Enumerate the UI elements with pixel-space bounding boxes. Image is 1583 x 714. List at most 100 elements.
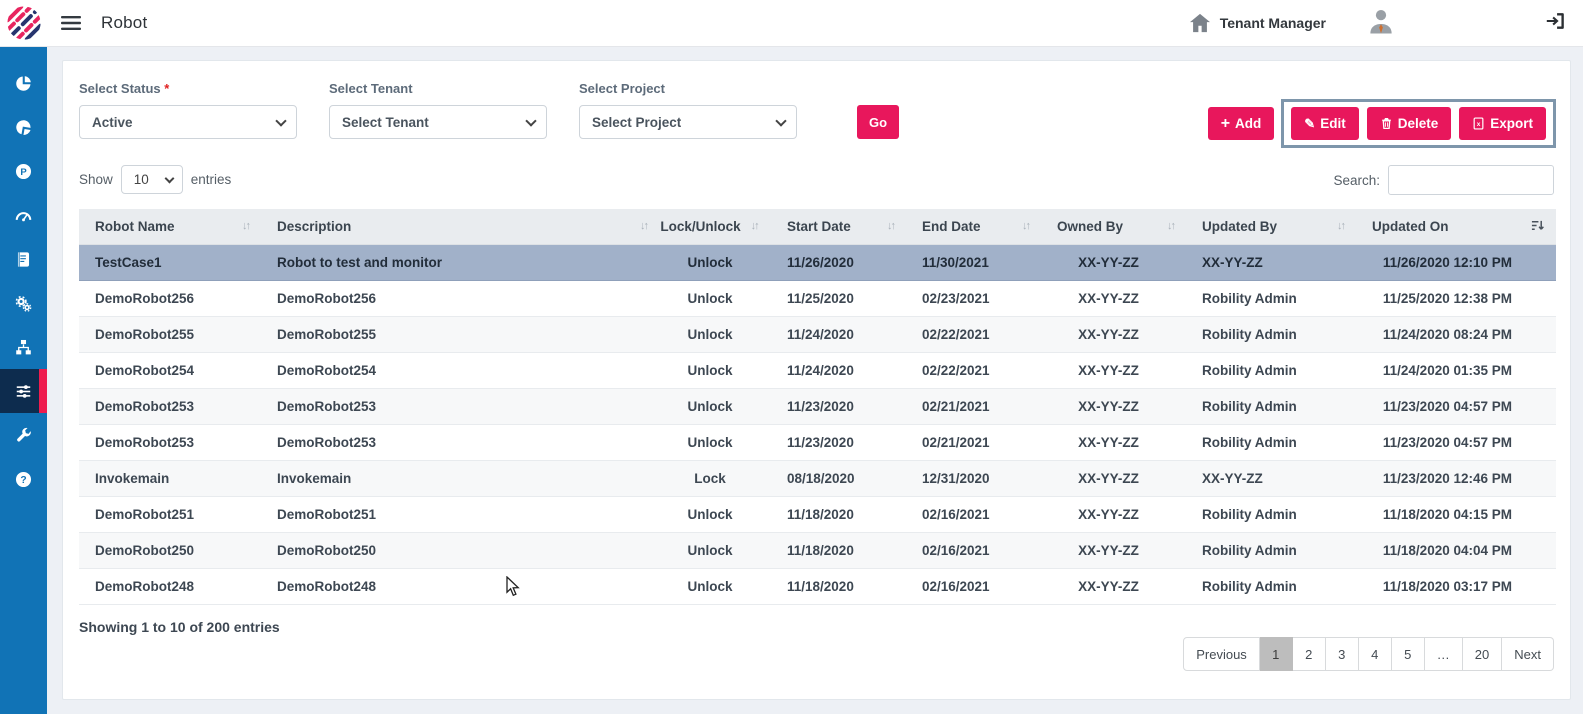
sort-both-icon: ↓↑ [1167, 220, 1176, 232]
export-button[interactable]: x Export [1459, 107, 1546, 140]
column-header-updated-by[interactable]: Updated By↓↑ [1186, 209, 1356, 244]
table-cell: DemoRobot250 [79, 532, 261, 568]
sidebar-item-settings[interactable] [0, 281, 47, 325]
table-cell: Unlock [659, 352, 771, 388]
status-select[interactable]: Active [79, 105, 297, 139]
tenant-manager-link[interactable]: Tenant Manager [1189, 13, 1326, 33]
table-cell: Unlock [659, 280, 771, 316]
svg-text:x: x [1477, 121, 1481, 128]
column-header-description[interactable]: Description↓↑ [261, 209, 659, 244]
table-cell: Robility Admin [1186, 280, 1356, 316]
book-icon [14, 250, 33, 269]
table-cell: DemoRobot253 [79, 388, 261, 424]
pagination-page-5[interactable]: 5 [1392, 637, 1425, 671]
table-cell: Invokemain [79, 460, 261, 496]
table-cell: XX-YY-ZZ [1186, 460, 1356, 496]
table-cell: 02/16/2021 [906, 532, 1041, 568]
table-cell: 11/23/2020 12:46 PM [1356, 460, 1556, 496]
pagination-page-2[interactable]: 2 [1293, 637, 1326, 671]
column-header-start-date[interactable]: Start Date↓↑ [771, 209, 906, 244]
delete-button[interactable]: Delete [1367, 107, 1452, 140]
logout-button[interactable] [1546, 12, 1565, 35]
column-header-owned-by[interactable]: Owned By↓↑ [1041, 209, 1186, 244]
table-row[interactable]: DemoRobot253DemoRobot253Unlock11/23/2020… [79, 388, 1556, 424]
user-avatar[interactable] [1366, 6, 1396, 41]
table-cell: 11/18/2020 04:04 PM [1356, 532, 1556, 568]
add-button[interactable]: +Add [1208, 107, 1275, 140]
sidebar-item-help[interactable]: ? [0, 457, 47, 501]
go-button[interactable]: Go [857, 105, 899, 139]
pagination-next[interactable]: Next [1502, 637, 1554, 671]
table-cell: 11/25/2020 12:38 PM [1356, 280, 1556, 316]
table-cell: 11/24/2020 01:35 PM [1356, 352, 1556, 388]
table-row[interactable]: DemoRobot253DemoRobot253Unlock11/23/2020… [79, 424, 1556, 460]
app-logo [0, 0, 47, 47]
sidebar-item-pie-chart[interactable] [0, 61, 47, 105]
sidebar-item-logs[interactable] [0, 237, 47, 281]
table-row[interactable]: DemoRobot255DemoRobot255Unlock11/24/2020… [79, 316, 1556, 352]
table-cell: XX-YY-ZZ [1041, 496, 1186, 532]
sidebar-item-sitemap[interactable] [0, 325, 47, 369]
sidebar-item-process[interactable]: P [0, 149, 47, 193]
sidebar-nav: P? [0, 47, 47, 714]
table-row[interactable]: DemoRobot254DemoRobot254Unlock11/24/2020… [79, 352, 1556, 388]
table-cell: XX-YY-ZZ [1041, 568, 1186, 604]
table-cell: 02/22/2021 [906, 352, 1041, 388]
svg-text:P: P [20, 166, 27, 177]
robot-table: Robot Name↓↑Description↓↑Lock/Unlock↓↑St… [79, 209, 1556, 605]
svg-text:?: ? [20, 475, 26, 486]
status-label: Select Status * [79, 81, 297, 96]
table-row[interactable]: TestCase1Robot to test and monitorUnlock… [79, 244, 1556, 280]
column-label: Lock/Unlock [660, 219, 740, 234]
pagination-page-20[interactable]: 20 [1463, 637, 1502, 671]
home-icon [1189, 13, 1211, 33]
page-size-select[interactable]: 10 [121, 165, 183, 194]
column-label: Description [277, 219, 351, 234]
table-cell: DemoRobot248 [261, 568, 659, 604]
table-row[interactable]: DemoRobot256DemoRobot256Unlock11/25/2020… [79, 280, 1556, 316]
pagination-previous[interactable]: Previous [1183, 637, 1260, 671]
pagination-page-4[interactable]: 4 [1359, 637, 1392, 671]
table-cell: Unlock [659, 388, 771, 424]
chevron-down-icon [164, 174, 174, 184]
sidebar-item-dashboard[interactable] [0, 193, 47, 237]
sidebar-item-robot[interactable] [0, 369, 47, 413]
table-cell: 11/18/2020 [771, 568, 906, 604]
table-cell: DemoRobot248 [79, 568, 261, 604]
column-header-robot-name[interactable]: Robot Name↓↑ [79, 209, 261, 244]
table-cell: XX-YY-ZZ [1041, 388, 1186, 424]
question-icon: ? [14, 470, 33, 489]
table-cell: DemoRobot251 [79, 496, 261, 532]
table-row[interactable]: DemoRobot250DemoRobot250Unlock11/18/2020… [79, 532, 1556, 568]
table-cell: 11/24/2020 [771, 316, 906, 352]
table-cell: DemoRobot253 [79, 424, 261, 460]
tenant-select[interactable]: Select Tenant [329, 105, 547, 139]
table-row[interactable]: DemoRobot248DemoRobot248Unlock11/18/2020… [79, 568, 1556, 604]
sidebar-item-tools[interactable] [0, 413, 47, 457]
wrench-icon [14, 426, 33, 445]
table-cell: 02/22/2021 [906, 316, 1041, 352]
column-header-lock-unlock[interactable]: Lock/Unlock↓↑ [659, 209, 771, 244]
table-cell: Robility Admin [1186, 388, 1356, 424]
pagination-page-…[interactable]: … [1425, 637, 1463, 671]
chevron-down-icon [525, 115, 536, 126]
edit-button[interactable]: ✎Edit [1291, 107, 1358, 140]
table-cell: DemoRobot251 [261, 496, 659, 532]
column-header-updated-on[interactable]: Updated On [1356, 209, 1556, 244]
table-cell: 02/21/2021 [906, 388, 1041, 424]
sidebar-item-pie-chart-2[interactable] [0, 105, 47, 149]
table-row[interactable]: InvokemainInvokemainLock08/18/202012/31/… [79, 460, 1556, 496]
table-cell: 11/18/2020 [771, 532, 906, 568]
pie-chart-icon [14, 74, 33, 93]
avatar-icon [1366, 6, 1396, 36]
pagination-page-1[interactable]: 1 [1260, 637, 1293, 671]
table-cell: Robility Admin [1186, 496, 1356, 532]
project-select[interactable]: Select Project [579, 105, 797, 139]
menu-toggle-icon[interactable] [61, 15, 81, 31]
table-cell: Robility Admin [1186, 316, 1356, 352]
pagination-page-3[interactable]: 3 [1326, 637, 1359, 671]
search-input[interactable] [1388, 165, 1554, 195]
column-header-end-date[interactable]: End Date↓↑ [906, 209, 1041, 244]
table-row[interactable]: DemoRobot251DemoRobot251Unlock11/18/2020… [79, 496, 1556, 532]
table-cell: XX-YY-ZZ [1041, 244, 1186, 280]
